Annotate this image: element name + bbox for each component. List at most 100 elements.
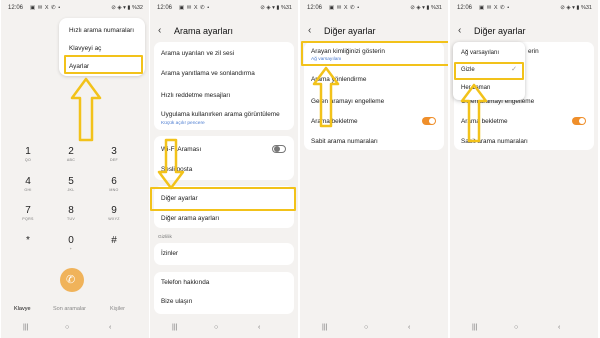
down-arrow-icon xyxy=(157,138,185,190)
status-time: 12:06 xyxy=(457,5,473,11)
notification-icons: ▣ ✉ X ✆ • xyxy=(329,5,360,11)
key-2[interactable]: 2 ABC xyxy=(56,146,86,163)
wifi-calling-toggle[interactable] xyxy=(272,145,286,153)
section-label-privacy: Gizlilik xyxy=(158,235,172,240)
status-icons: ⊘ ◈ ▾ ▮ %31 xyxy=(560,5,592,11)
key-3[interactable]: 3 DEF xyxy=(99,146,129,163)
row-answering-ending[interactable]: Arama yanıtlama ve sonlandırma xyxy=(161,70,255,77)
recents-icon[interactable]: ||| xyxy=(472,324,477,331)
status-icons: ⊘ ◈ ▾ ▮ %31 xyxy=(410,5,442,11)
key-8[interactable]: 8 TUV xyxy=(56,205,86,222)
status-bar: 12:06 ▣ ✉ X ✆ • ⊘ ◈ ▾ ▮ %31 xyxy=(457,5,592,15)
back-arrow-icon[interactable]: ‹ xyxy=(458,25,461,37)
highlight-box-settings xyxy=(64,55,143,74)
row-call-alerts[interactable]: Arama uyarıları ve zil sesi xyxy=(161,50,234,57)
key-digit: 8 xyxy=(68,205,74,216)
system-nav-bar: ||| ○ ‹ xyxy=(1,324,149,334)
row-permissions[interactable]: İzinler xyxy=(161,250,178,257)
page-title: Arama ayarları xyxy=(174,26,234,36)
status-bar: 12:06 ▣ ✉ X ✆ • ⊘ ◈ ▾ ▮ %31 xyxy=(307,5,442,15)
tab-contacts[interactable]: Kişiler xyxy=(110,306,125,312)
call-waiting-toggle[interactable] xyxy=(572,117,586,125)
back-arrow-icon[interactable]: ‹ xyxy=(308,25,311,37)
recents-icon[interactable]: ||| xyxy=(23,324,28,331)
menu-item-open-keypad[interactable]: Klavyeyi aç xyxy=(69,45,101,52)
status-time: 12:06 xyxy=(157,5,173,11)
key-4[interactable]: 4 GHI xyxy=(13,176,43,193)
key-6[interactable]: 6 MNO xyxy=(99,176,129,193)
key-1[interactable]: 1 QO xyxy=(13,146,43,163)
key-digit: 9 xyxy=(111,205,117,216)
key-letters: DEF xyxy=(109,158,119,162)
row-contact-us[interactable]: Bize ulaşın xyxy=(161,298,192,305)
row-fixed-dialing[interactable]: Sabit arama numaraları xyxy=(311,138,378,145)
key-digit: 7 xyxy=(25,205,31,216)
key-letters: + xyxy=(69,247,73,251)
key-letters: ABC xyxy=(66,158,76,162)
home-icon[interactable]: ○ xyxy=(65,324,69,331)
notification-icons: ▣ ✉ X ✆ • xyxy=(479,5,510,11)
key-5[interactable]: 5 JKL xyxy=(56,176,86,193)
status-bar: 12:06 ▣ ✉ X ✆ • ⊘ ◈ ▾ ▮ %32 xyxy=(8,5,143,15)
call-settings-screen: 12:06 ▣ ✉ X ✆ • ⊘ ◈ ▾ ▮ %31 ‹ Arama ayar… xyxy=(150,0,298,338)
tab-recents[interactable]: Son aramalar xyxy=(53,306,86,312)
back-nav-icon[interactable]: ‹ xyxy=(408,324,410,331)
status-icons: ⊘ ◈ ▾ ▮ %31 xyxy=(260,5,292,11)
home-icon[interactable]: ○ xyxy=(514,324,518,331)
key-7[interactable]: 7 PQRS xyxy=(13,205,43,222)
key-digit: 0 xyxy=(68,235,74,246)
key-hash[interactable]: # xyxy=(99,235,129,247)
menu-item-speed-dial[interactable]: Hızlı arama numaraları xyxy=(69,27,134,34)
row-other-call-settings[interactable]: Diğer arama ayarları xyxy=(161,215,219,222)
system-nav-bar: ||| ○ ‹ xyxy=(150,324,298,334)
settings-card: Telefon hakkında Bize ulaşın xyxy=(154,272,294,314)
highlight-box-hide xyxy=(454,62,524,80)
recents-icon[interactable]: ||| xyxy=(322,324,327,331)
row-call-display[interactable]: Uygulama kullanırken arama görüntüleme xyxy=(161,111,280,118)
tab-keypad[interactable]: Klavye xyxy=(14,306,31,312)
key-digit: # xyxy=(111,235,117,246)
recents-icon[interactable]: ||| xyxy=(172,324,177,331)
key-digit: * xyxy=(26,235,30,246)
highlight-box-caller-id xyxy=(301,41,448,66)
row-call-display-value: Küçük açılır pencere xyxy=(161,121,205,126)
key-9[interactable]: 9 WXYZ xyxy=(99,205,129,222)
call-button[interactable]: ✆ xyxy=(60,268,84,292)
page-title: Diğer ayarlar xyxy=(474,26,526,36)
key-letters: WXYZ xyxy=(108,217,120,221)
system-nav-bar: ||| ○ ‹ xyxy=(300,324,448,334)
back-nav-icon[interactable]: ‹ xyxy=(258,324,260,331)
key-letters: JKL xyxy=(67,188,75,192)
settings-card: İzinler xyxy=(154,243,294,265)
caller-id-popup-screen: 12:06 ▣ ✉ X ✆ • ⊘ ◈ ▾ ▮ %31 ‹ Diğer ayar… xyxy=(450,0,598,338)
key-digit: 5 xyxy=(68,176,74,187)
back-nav-icon[interactable]: ‹ xyxy=(558,324,560,331)
key-star[interactable]: * xyxy=(13,235,43,247)
row-about-phone[interactable]: Telefon hakkında xyxy=(161,279,209,286)
dialer-screen: 12:06 ▣ ✉ X ✆ • ⊘ ◈ ▾ ▮ %32 Hızlı arama … xyxy=(1,0,149,338)
other-settings-screen: 12:06 ▣ ✉ X ✆ • ⊘ ◈ ▾ ▮ %31 ‹ Diğer ayar… xyxy=(300,0,448,338)
key-0[interactable]: 0 + xyxy=(56,235,86,252)
status-icons: ⊘ ◈ ▾ ▮ %32 xyxy=(111,5,143,11)
call-waiting-toggle[interactable] xyxy=(422,117,436,125)
home-icon[interactable]: ○ xyxy=(364,324,368,331)
key-letters: PQRS xyxy=(22,217,34,221)
key-letters: MNO xyxy=(109,188,119,192)
system-nav-bar: ||| ○ ‹ xyxy=(450,324,598,334)
back-nav-icon[interactable]: ‹ xyxy=(109,324,111,331)
status-time: 12:06 xyxy=(307,5,323,11)
row-caller-id-partial[interactable]: erin xyxy=(528,48,539,55)
row-quick-decline[interactable]: Hızlı reddetme mesajları xyxy=(161,92,230,99)
key-letters: QO xyxy=(24,158,32,162)
home-icon[interactable]: ○ xyxy=(214,324,218,331)
option-network-default[interactable]: Ağ varsayılanı xyxy=(461,50,499,56)
settings-card: Arama uyarıları ve zil sesi Arama yanıtl… xyxy=(154,42,294,130)
notification-icons: ▣ ✉ X ✆ • xyxy=(179,5,210,11)
key-digit: 3 xyxy=(111,146,117,157)
back-arrow-icon[interactable]: ‹ xyxy=(158,25,161,37)
key-letters: TUV xyxy=(66,217,76,221)
up-arrow-icon xyxy=(460,83,488,143)
highlight-box-other-settings xyxy=(150,187,296,211)
status-time: 12:06 xyxy=(8,5,24,11)
page-title: Diğer ayarlar xyxy=(324,26,376,36)
